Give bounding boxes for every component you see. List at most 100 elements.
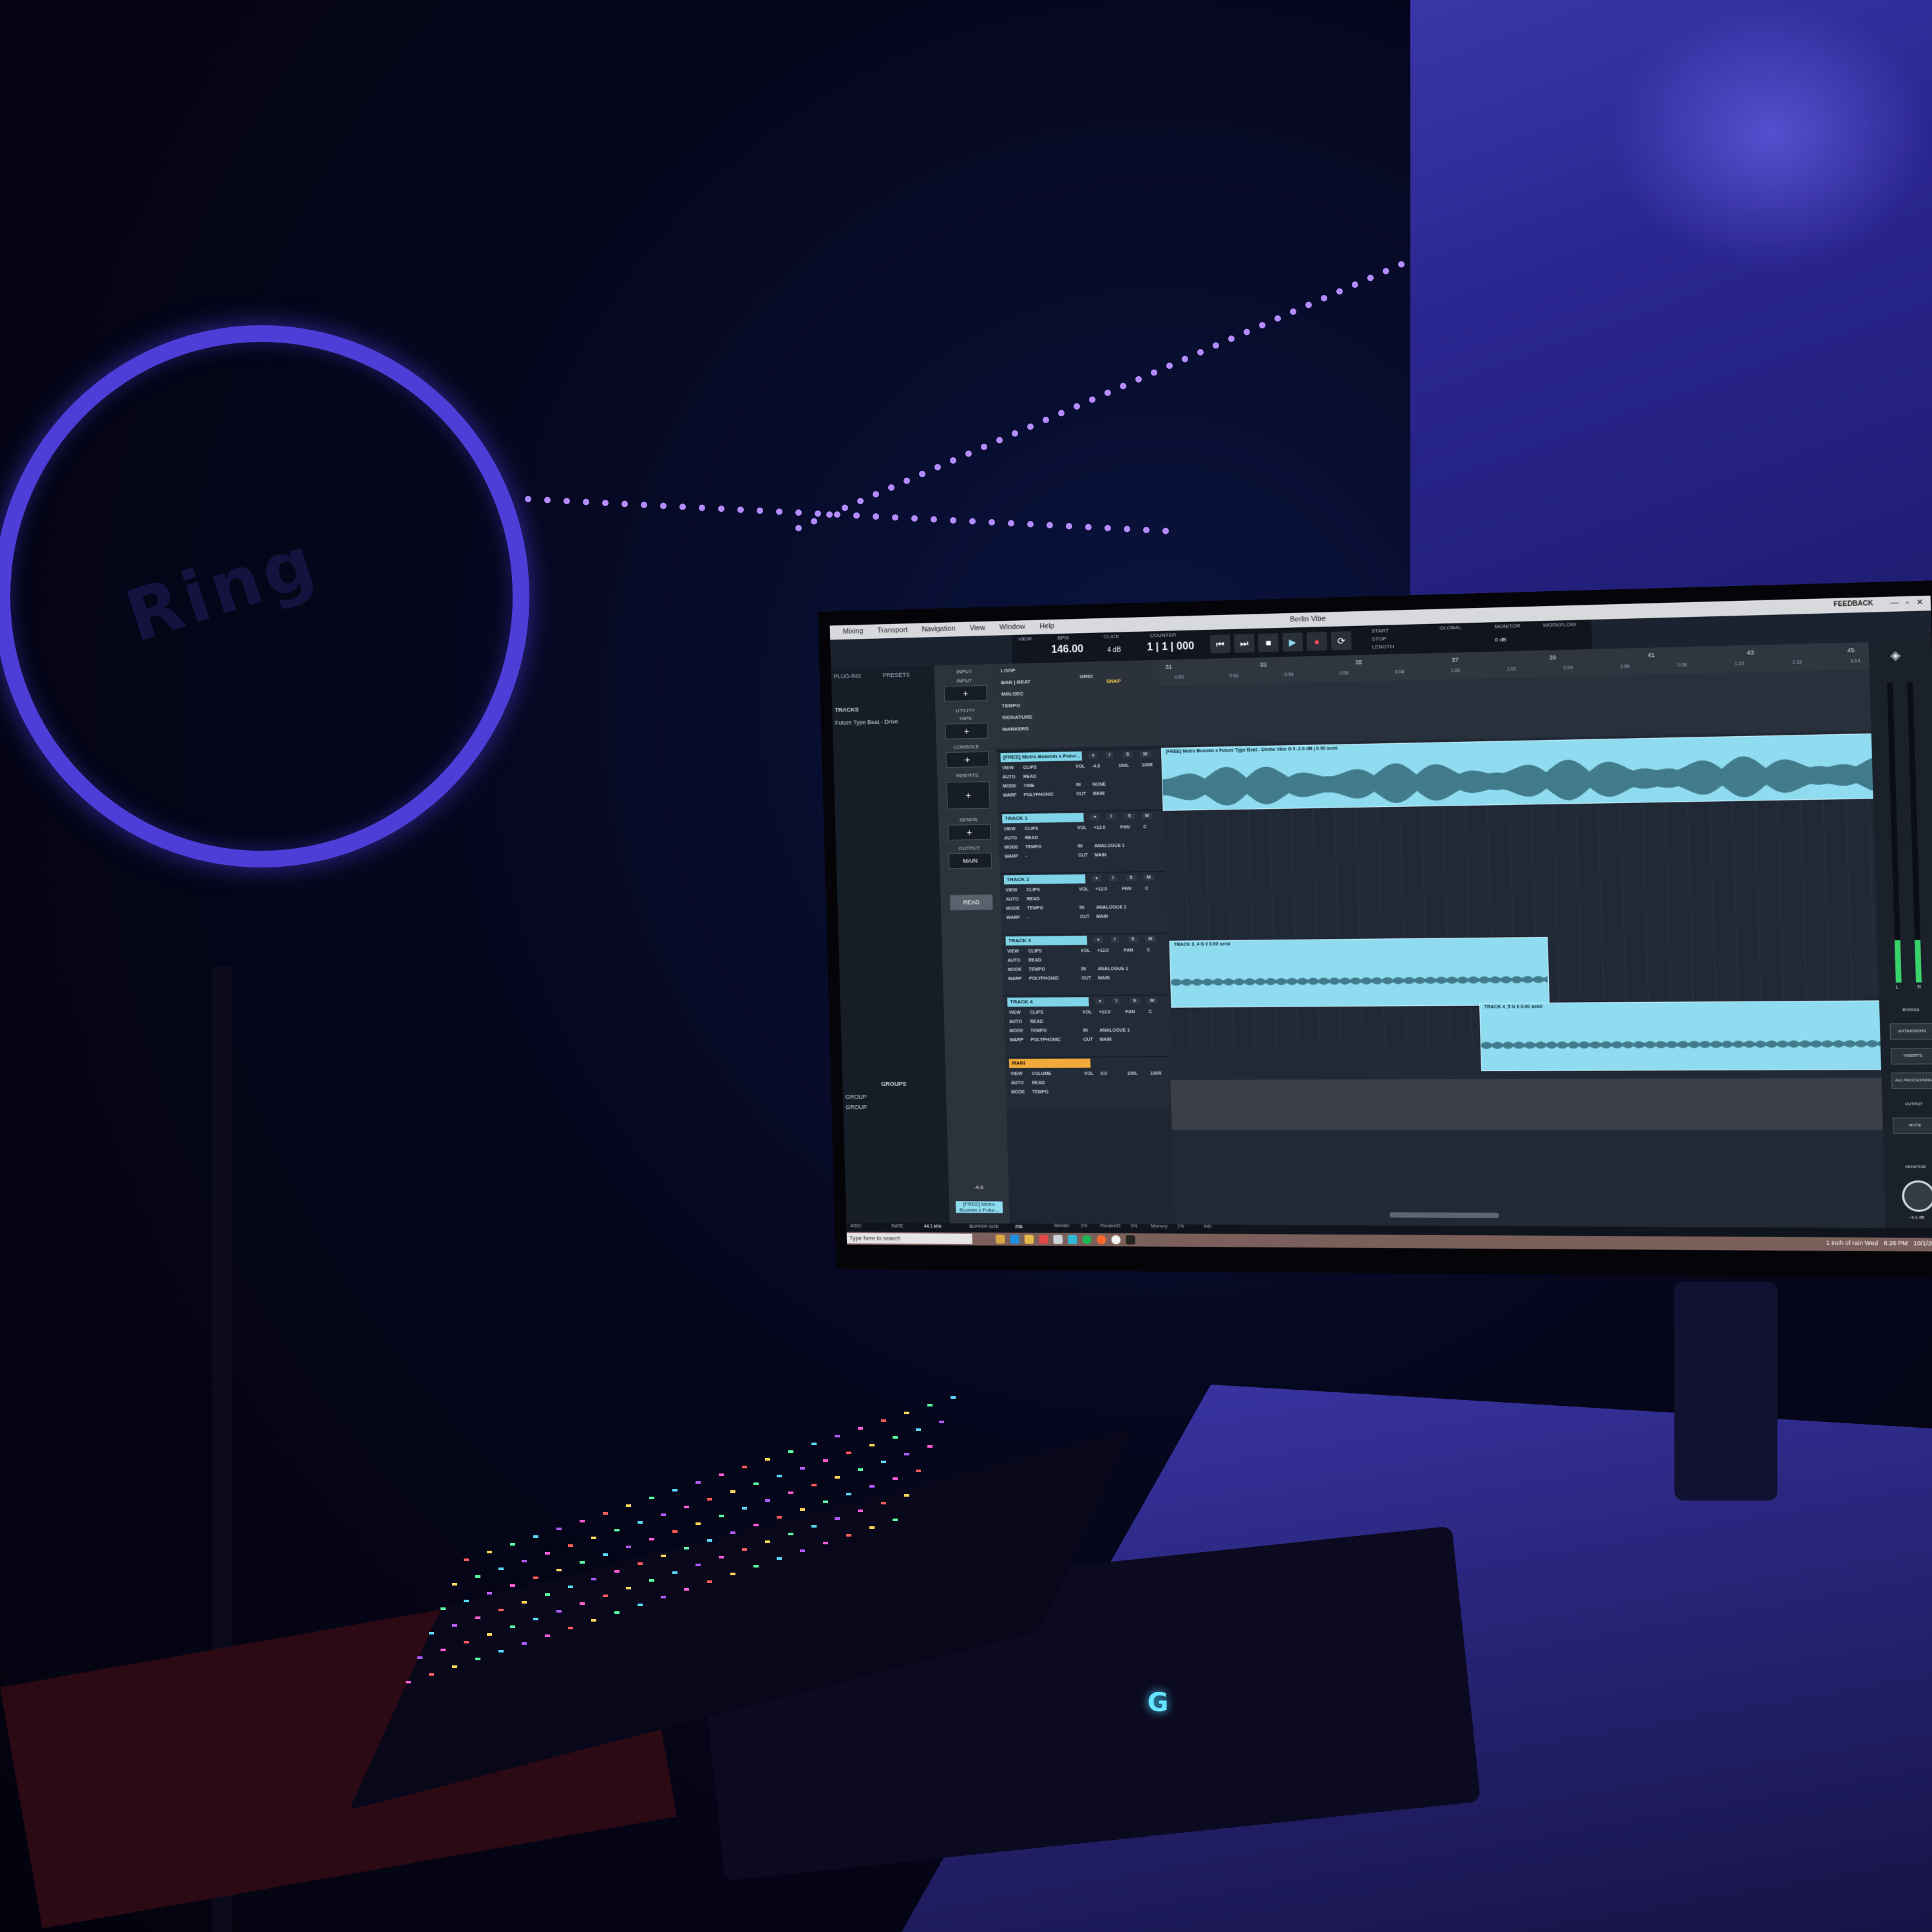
pan-value[interactable]: C xyxy=(1145,887,1148,891)
track-button[interactable]: ● xyxy=(1090,813,1100,820)
track-field-value[interactable]: - xyxy=(1025,854,1027,858)
file-explorer-icon[interactable] xyxy=(995,1234,1005,1244)
track-list-item[interactable]: Future Type Beat - Drive xyxy=(835,718,898,726)
buffer-value[interactable]: 256 xyxy=(1015,1225,1023,1229)
input-value[interactable]: ANALOGUE 1 xyxy=(1094,844,1124,849)
track-button[interactable]: I xyxy=(1105,752,1114,759)
track-button[interactable]: S xyxy=(1122,752,1133,758)
vol-value[interactable]: -4.0 xyxy=(1092,764,1101,769)
track-button[interactable]: S xyxy=(1124,813,1135,820)
track-button[interactable]: ● xyxy=(1088,752,1098,759)
track-header[interactable]: TRACK 2 ● I S M VIEW CLIPS AUTO READ MODE TEMPO WAR… xyxy=(999,871,1167,936)
loop-button[interactable]: ⟳ xyxy=(1331,631,1352,650)
feedback-button[interactable]: FEEDBACK xyxy=(1833,600,1873,608)
track-field-value[interactable]: TIME xyxy=(1023,784,1034,788)
track-field-value[interactable]: TEMPO xyxy=(1032,1090,1049,1095)
mute-button[interactable]: MUTE xyxy=(1892,1117,1932,1134)
track-field-value[interactable]: CLIPS xyxy=(1027,888,1040,893)
audio-clip[interactable]: TRACK 4_5 G ‖ 0.00 semi xyxy=(1479,1000,1883,1072)
pan-value[interactable]: PAN xyxy=(1120,825,1130,829)
tab-presets[interactable]: PRESETS xyxy=(882,672,910,684)
audio-clip[interactable]: TRACK 3_4 G ‖ 0.00 semi xyxy=(1169,936,1550,1008)
menu-window[interactable]: Window xyxy=(999,623,1025,631)
track-button[interactable]: M xyxy=(1146,998,1158,1004)
media-player-icon[interactable] xyxy=(1111,1235,1121,1245)
weather-widget[interactable]: 1 inch of rain Wed xyxy=(1826,1239,1879,1246)
track-header[interactable]: TRACK 3 ● I S M VIEW CLIPS AUTO READ MODE TEMPO WAR… xyxy=(1001,933,1168,997)
track-field-value[interactable]: POLYPHONIC xyxy=(1029,976,1059,981)
track-field-value[interactable]: CLIPS xyxy=(1028,949,1042,954)
track-button[interactable]: ● xyxy=(1092,875,1102,882)
track-name[interactable]: [FREE] Metro Boomin x Futur... xyxy=(1000,751,1083,762)
track-field-value[interactable]: TEMPO xyxy=(1028,967,1045,972)
track-button[interactable]: ● xyxy=(1095,998,1105,1005)
input-value[interactable]: NONE xyxy=(1092,782,1106,787)
close-icon[interactable]: ✕ xyxy=(1916,597,1924,607)
track-button[interactable]: I xyxy=(1107,813,1115,820)
bpm-value[interactable]: 146.00 xyxy=(1051,643,1083,656)
minimize-icon[interactable]: — xyxy=(1890,598,1899,607)
track-button[interactable]: I xyxy=(1109,875,1117,882)
counter-value[interactable]: 1 | 1 | 000 xyxy=(1147,641,1195,654)
tab-plugins[interactable]: PLUG-INS xyxy=(834,672,862,685)
record-button[interactable]: ● xyxy=(1306,632,1328,651)
vol-value[interactable]: +12.0 xyxy=(1095,887,1107,891)
track-field-value[interactable]: CLIPS xyxy=(1025,827,1038,831)
menu-mixing[interactable]: Mixing xyxy=(843,627,864,636)
output-value[interactable]: MAIN xyxy=(1096,914,1108,919)
pan-value[interactable]: 100R xyxy=(1150,1072,1161,1076)
edge-icon[interactable] xyxy=(1010,1235,1019,1244)
chrome-icon[interactable] xyxy=(1039,1235,1048,1244)
menu-navigation[interactable]: Navigation xyxy=(922,625,956,633)
add-input-button[interactable]: + xyxy=(943,685,987,702)
track-button[interactable]: I xyxy=(1112,998,1121,1005)
add-send-button[interactable]: + xyxy=(947,824,991,840)
track-field-value[interactable]: CLIPS xyxy=(1023,765,1036,770)
track-field-value[interactable]: TEMPO xyxy=(1025,845,1042,849)
track-field-value[interactable]: READ xyxy=(1025,836,1038,840)
app-icon[interactable] xyxy=(1067,1235,1077,1244)
menu-view[interactable]: View xyxy=(970,624,985,632)
track-button[interactable]: S xyxy=(1126,875,1137,881)
forward-button[interactable]: ⏭ xyxy=(1234,634,1255,653)
extensions-button[interactable]: EXTENSIONS xyxy=(1889,1023,1932,1040)
add-utility-button[interactable]: + xyxy=(945,723,989,739)
pan-value[interactable]: C xyxy=(1147,948,1150,952)
output-value[interactable]: MAIN xyxy=(1095,853,1107,858)
main-track-header[interactable]: MAIN VIEW VOLUME AUTO READ MODE TEMPO VOL 0.0 100… xyxy=(1005,1056,1171,1110)
maximize-icon[interactable]: ▫ xyxy=(1906,598,1909,607)
pan-value[interactable]: PAN xyxy=(1125,1010,1135,1014)
play-button[interactable]: ▶ xyxy=(1282,632,1303,652)
track-field-value[interactable]: - xyxy=(1027,915,1029,920)
output-value[interactable]: MAIN xyxy=(1100,1037,1112,1042)
track-button[interactable]: S xyxy=(1128,936,1138,943)
clock-time[interactable]: 8:26 PM xyxy=(1884,1240,1908,1247)
clock-date[interactable]: 10/1/2025 xyxy=(1913,1240,1932,1247)
pan-value[interactable]: PAN xyxy=(1122,887,1132,891)
rate-value[interactable]: 44.1 kHz xyxy=(924,1224,942,1229)
track-button[interactable]: M xyxy=(1145,936,1156,943)
track-header[interactable]: TRACK 4 ● I S M VIEW CLIPS AUTO READ MODE TEMPO WAR… xyxy=(1003,994,1170,1058)
click-value[interactable]: 4 dB xyxy=(1107,647,1121,654)
grid-label[interactable]: GRID xyxy=(1079,674,1093,680)
add-insert-button[interactable]: + xyxy=(946,781,990,810)
track-header[interactable]: TRACK 1 ● I S M VIEW CLIPS AUTO READ MODE TEMPO WAR… xyxy=(998,810,1165,875)
add-console-button[interactable]: + xyxy=(945,751,989,768)
input-value[interactable]: ANALOGUE 1 xyxy=(1096,905,1126,910)
track-header[interactable]: [FREE] Metro Boomin x Futur... ● I S M VIEW CL… xyxy=(996,748,1163,813)
menu-help[interactable]: Help xyxy=(1039,622,1054,630)
track-button[interactable]: S xyxy=(1130,998,1140,1005)
all-processing-button[interactable]: ALL PROCESSING xyxy=(1891,1072,1932,1089)
project-title[interactable]: Berlin Vibe xyxy=(1290,615,1326,624)
taskbar-search[interactable]: Type here to search xyxy=(846,1233,972,1244)
vol-value[interactable]: +12.0 xyxy=(1099,1010,1110,1014)
group-item[interactable]: GROUP xyxy=(846,1094,867,1100)
output-value[interactable]: MAIN xyxy=(1093,791,1105,796)
monitor-value[interactable]: 0 dB xyxy=(1495,636,1506,643)
track-field-value[interactable]: READ xyxy=(1023,775,1036,779)
output-value[interactable]: MAIN xyxy=(1098,976,1110,981)
pan-value[interactable]: C xyxy=(1143,825,1146,829)
track-name[interactable]: TRACK 1 xyxy=(1002,813,1084,824)
rewind-button[interactable]: ⏮ xyxy=(1209,634,1231,654)
stop-button[interactable]: ■ xyxy=(1258,633,1279,652)
